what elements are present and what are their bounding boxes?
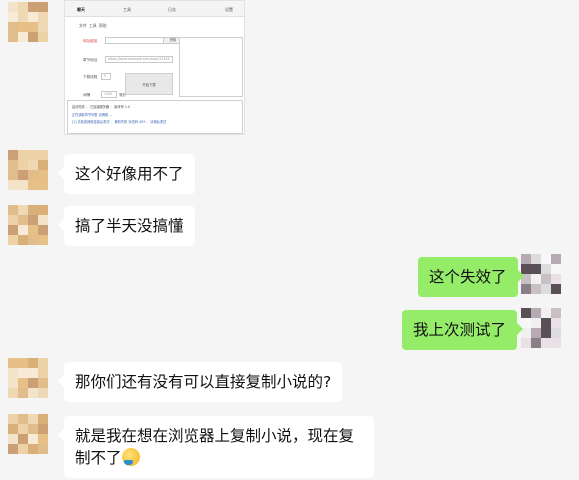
screenshot-titlebar xyxy=(65,1,244,17)
avatar[interactable] xyxy=(521,308,561,348)
avatar[interactable] xyxy=(521,254,561,294)
screenshot-tab: 工具 xyxy=(123,7,131,12)
screenshot-thread-input: 5 xyxy=(101,73,111,80)
screenshot-menu-item: 帮助 xyxy=(99,23,107,28)
chat-bubble-text: 就是我在想在浏览器上复制小说，现在复制不了 xyxy=(75,427,355,467)
chat-bubble-received[interactable]: 这个好像用不了 xyxy=(58,154,195,194)
screenshot-menu-item: 工具 xyxy=(89,23,97,28)
screenshot-chapter-input: https://www.example.com/book/12345 xyxy=(105,56,173,63)
screenshot-log-line: 启动完成 ： 已连接服务器 ： 版本号 1.0 xyxy=(72,105,130,109)
screenshot-url-label: 网址链接 xyxy=(83,39,98,43)
avatar[interactable] xyxy=(8,150,48,190)
screenshot-image-message[interactable]: 聊天 工具 日志 设置 文件 工具 帮助 网址链接 获取 章节地址 https:… xyxy=(64,0,245,135)
avatar[interactable] xyxy=(8,205,48,245)
screenshot-chapter-label: 章节地址 xyxy=(83,58,98,62)
screenshot-log-line: [1] 请检查网络连接后重试 ： 解析失败 状态码 403 ： 请稍后重试 xyxy=(72,120,167,124)
screenshot-log-line: 正在读取章节列表 请稍候 ... xyxy=(72,113,113,117)
avatar[interactable] xyxy=(8,2,48,42)
face-with-tears-emoji-icon xyxy=(121,448,140,466)
chat-bubble-sent[interactable]: 我上次测试了 xyxy=(402,310,524,350)
screenshot-start-button: 开始下载 xyxy=(125,73,173,95)
screenshot-preview-panel xyxy=(179,37,243,97)
chat-bubble-received[interactable]: 就是我在想在浏览器上复制小说，现在复制不了 xyxy=(58,416,374,478)
screenshot-interval-label: 间隔 xyxy=(83,93,91,97)
screenshot-log-panel: 启动完成 ： 已连接服务器 ： 版本号 1.0 正在读取章节列表 请稍候 ...… xyxy=(67,100,243,134)
chat-bubble-sent[interactable]: 这个失效了 xyxy=(418,257,524,297)
chat-bubble-received[interactable]: 那你们还有没有可以直接复制小说的? xyxy=(57,362,343,402)
screenshot-menu-item: 文件 xyxy=(79,23,87,28)
screenshot-tab: 日志 xyxy=(168,7,176,12)
avatar[interactable] xyxy=(8,414,48,454)
screenshot-thread-label: 下载线程 xyxy=(83,75,98,79)
screenshot-tab: 设置 xyxy=(225,7,233,12)
screenshot-interval-input: 1000 xyxy=(101,91,117,98)
avatar[interactable] xyxy=(8,358,48,398)
chat-bubble-received[interactable]: 搞了半天没搞懂 xyxy=(58,206,195,246)
screenshot-tab: 聊天 xyxy=(77,7,85,12)
